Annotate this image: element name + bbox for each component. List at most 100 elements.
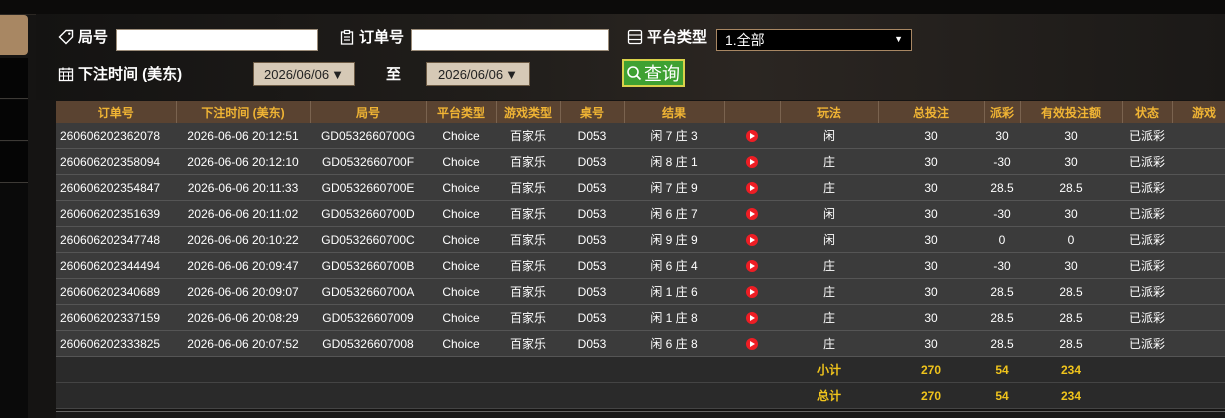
list-icon — [627, 29, 643, 44]
table-row: 260606202351639 2026-06-06 20:11:02 GD0532… — [56, 200, 1225, 227]
total-row-label: 总计 — [780, 382, 878, 409]
platform-selected: 1.全部 — [725, 32, 765, 48]
table-no-cell: D053 — [560, 148, 624, 175]
game-type-cell: 百家乐 — [496, 226, 560, 253]
table-header: 订单号 下注时间 (美东) 局号 平台类型 游戏类型 桌号 结果 玩法 总投注 派彩 有效投注额 状态… — [56, 101, 1225, 123]
valid-bet-cell: 30 — [1020, 200, 1122, 227]
game-type-cell: 百家乐 — [496, 330, 560, 357]
video-cell[interactable] — [724, 278, 780, 305]
bet-time-cell: 2026-06-06 20:12:10 — [176, 148, 310, 175]
round-id-cell: GD0532660700D — [310, 200, 426, 227]
payout-cell: 28.5 — [984, 304, 1020, 331]
play-video-icon[interactable] — [746, 234, 758, 247]
table-row: 260606202354847 2026-06-06 20:11:33 GD0532… — [56, 174, 1225, 201]
order-label: 订单号 — [339, 26, 404, 47]
payout-cell: 28.5 — [984, 330, 1020, 357]
table-no-cell: D053 — [560, 252, 624, 279]
play-video-icon[interactable] — [746, 260, 758, 273]
date-from[interactable]: 2026/06/06 ▼ — [253, 62, 355, 86]
total-row-bet: 270 — [878, 382, 984, 409]
column-header: 游戏 — [1172, 101, 1225, 123]
bet-time-cell: 2026-06-06 20:08:29 — [176, 304, 310, 331]
round-id-cell: GD05326607009 — [310, 304, 426, 331]
valid-bet-cell: 28.5 — [1020, 278, 1122, 305]
result-cell: 闲 6 庄 4 — [624, 252, 724, 279]
table-row: 260606202358094 2026-06-06 20:12:10 GD0532… — [56, 148, 1225, 175]
round-input[interactable] — [116, 29, 318, 51]
valid-bet-cell: 30 — [1020, 123, 1122, 149]
column-header: 总投注 — [878, 101, 985, 123]
order-input[interactable] — [411, 29, 609, 51]
column-header: 状态 — [1122, 101, 1173, 123]
play-video-icon[interactable] — [746, 182, 758, 195]
play-video-icon[interactable] — [746, 338, 758, 351]
payout-cell: 0 — [984, 226, 1020, 253]
play-video-icon[interactable] — [746, 208, 758, 221]
sidebar-active-tab[interactable] — [0, 15, 28, 55]
platform-label: 平台类型 — [627, 26, 707, 47]
total-bet-cell: 30 — [878, 330, 984, 357]
play-video-icon[interactable] — [746, 312, 758, 325]
table-no-cell: D053 — [560, 123, 624, 149]
search-icon — [627, 66, 642, 81]
play-video-icon[interactable] — [746, 286, 758, 299]
video-cell[interactable] — [724, 123, 780, 149]
valid-bet-cell: 28.5 — [1020, 304, 1122, 331]
video-cell[interactable] — [724, 304, 780, 331]
order-id-cell: 260606202340689 — [56, 278, 176, 305]
empty-cell — [1122, 382, 1172, 409]
empty-cell — [724, 356, 780, 383]
top-strip — [0, 0, 1225, 15]
subtotal-row-label: 小计 — [780, 356, 878, 383]
column-header: 派彩 — [984, 101, 1021, 123]
game-type-cell: 百家乐 — [496, 200, 560, 227]
sidebar-item-1[interactable] — [0, 58, 28, 99]
game-type-cell: 百家乐 — [496, 304, 560, 331]
subtotal-row-payout: 54 — [984, 356, 1020, 383]
game-type-cell: 百家乐 — [496, 148, 560, 175]
play-video-icon[interactable] — [746, 156, 758, 169]
result-cell: 闲 9 庄 9 — [624, 226, 724, 253]
payout-cell: -30 — [984, 148, 1020, 175]
bet-time-cell: 2026-06-06 20:09:47 — [176, 252, 310, 279]
result-cell: 闲 6 庄 7 — [624, 200, 724, 227]
video-cell[interactable] — [724, 174, 780, 201]
video-cell[interactable] — [724, 148, 780, 175]
to-label: 至 — [386, 66, 402, 83]
filter-panel: 局号 订单号 平台类型 1.全部 ▼ 下注时间 (美东) 2026/06/06 ▼… — [36, 14, 1225, 100]
platform-cell: Choice — [426, 200, 496, 227]
table-no-cell: D053 — [560, 200, 624, 227]
game-cell — [1172, 200, 1225, 227]
order-id-cell: 260606202344494 — [56, 252, 176, 279]
payout-cell: 30 — [984, 123, 1020, 149]
play-video-icon[interactable] — [746, 130, 758, 143]
empty-cell — [310, 356, 426, 383]
valid-bet-cell: 30 — [1020, 252, 1122, 279]
date-to[interactable]: 2026/06/06 ▼ — [426, 62, 530, 86]
sidebar-item-3[interactable] — [0, 142, 28, 183]
status-cell: 已派彩 — [1122, 278, 1172, 305]
payout-cell: 28.5 — [984, 278, 1020, 305]
bets-table: 订单号 下注时间 (美东) 局号 平台类型 游戏类型 桌号 结果 玩法 总投注 派彩 有效投注额 状态… — [56, 101, 1225, 409]
empty-cell — [1122, 356, 1172, 383]
query-button[interactable]: 查询 — [622, 59, 685, 87]
subtotal-row-valid: 234 — [1020, 356, 1122, 383]
result-cell: 闲 7 庄 3 — [624, 123, 724, 149]
video-cell[interactable] — [724, 330, 780, 357]
video-cell[interactable] — [724, 226, 780, 253]
clipboard-icon — [340, 29, 354, 45]
table-no-cell: D053 — [560, 330, 624, 357]
empty-cell — [426, 382, 496, 409]
platform-select[interactable]: 1.全部 ▼ — [716, 29, 912, 51]
bet-time-cell: 2026-06-06 20:11:02 — [176, 200, 310, 227]
play-type-cell: 闲 — [780, 200, 878, 227]
game-cell — [1172, 226, 1225, 253]
tag-icon — [58, 29, 74, 44]
game-type-cell: 百家乐 — [496, 252, 560, 279]
status-cell: 已派彩 — [1122, 200, 1172, 227]
video-cell[interactable] — [724, 200, 780, 227]
round-id-cell: GD0532660700B — [310, 252, 426, 279]
game-cell — [1172, 252, 1225, 279]
sidebar-item-2[interactable] — [0, 100, 28, 141]
video-cell[interactable] — [724, 252, 780, 279]
